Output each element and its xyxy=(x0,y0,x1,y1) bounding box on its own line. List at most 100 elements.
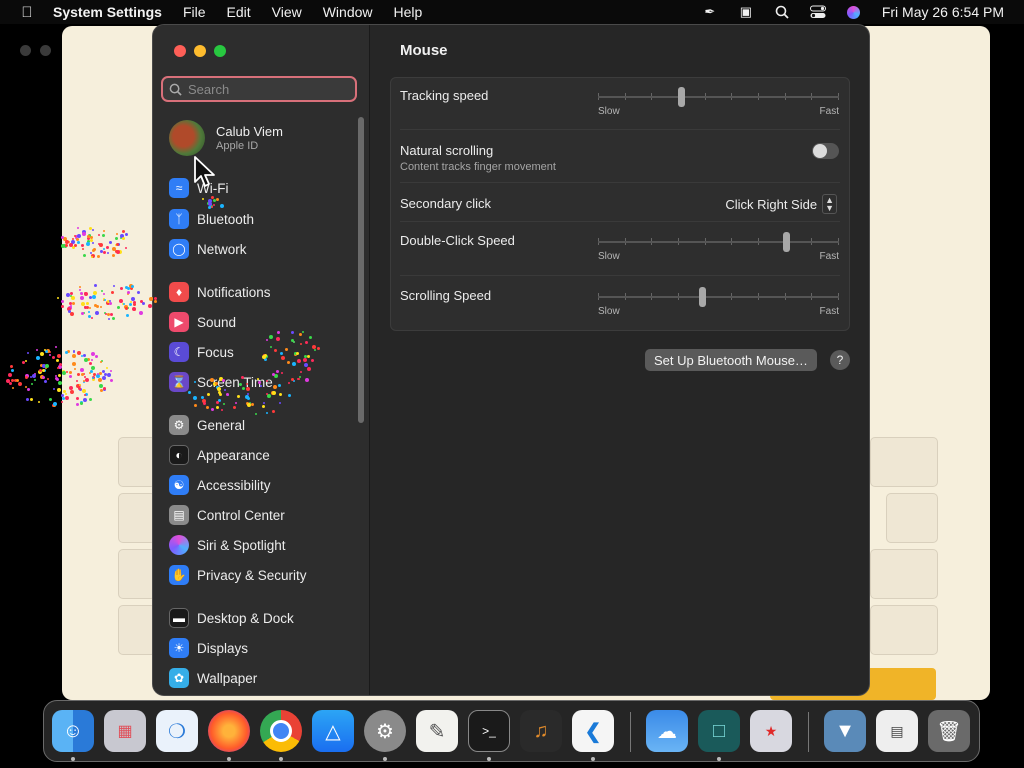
confetti-dot xyxy=(56,359,59,362)
slider-thumb[interactable] xyxy=(678,87,685,107)
confetti-dot xyxy=(91,256,93,258)
confetti-dot xyxy=(219,393,222,396)
screen-sharing-icon[interactable]: □ xyxy=(698,710,740,752)
confetti-dot xyxy=(215,382,218,385)
scrolling-speed-slider[interactable]: Slow Fast xyxy=(598,278,839,318)
confetti-dot xyxy=(100,361,102,363)
sidebar-item-accessibility[interactable]: ☯ Accessibility xyxy=(169,473,271,497)
confetti-dot xyxy=(40,352,44,356)
menu-clock[interactable]: Fri May 26 6:54 PM xyxy=(882,4,1004,20)
natural-scrolling-toggle[interactable] xyxy=(812,143,839,159)
safari-icon[interactable]: ❍ xyxy=(156,710,198,752)
chrome-icon[interactable] xyxy=(260,710,302,752)
menu-view[interactable]: View xyxy=(272,4,302,20)
divider xyxy=(400,221,840,222)
confetti-dot xyxy=(74,235,76,237)
wallpaper-icon: ✿ xyxy=(169,668,189,688)
chevron-up-down-icon: ▲ ▼ xyxy=(822,194,837,214)
confetti-dot xyxy=(57,354,61,358)
confetti-dot xyxy=(87,235,90,238)
confetti-dot xyxy=(278,384,281,387)
control-center-icon[interactable] xyxy=(809,5,826,19)
confetti-dot xyxy=(317,347,320,350)
confetti-dot xyxy=(83,354,86,357)
sidebar-item-sound[interactable]: ▶ Sound xyxy=(169,310,236,334)
system-settings-icon[interactable]: ⚙ xyxy=(364,710,406,752)
weather-icon[interactable]: ☁ xyxy=(646,710,688,752)
confetti-dot xyxy=(245,395,249,399)
tracking-speed-slider[interactable]: Slow Fast xyxy=(598,78,839,118)
confetti-dot xyxy=(80,292,83,295)
close-button[interactable] xyxy=(174,45,186,57)
slider-thumb[interactable] xyxy=(699,287,706,307)
sidebar-item-focus[interactable]: ☾ Focus xyxy=(169,340,234,364)
menu-app-name[interactable]: System Settings xyxy=(53,4,162,20)
apple-id-profile[interactable]: Calub Viem Apple ID xyxy=(169,120,283,156)
trash-icon[interactable]: 🗑 xyxy=(928,710,970,752)
confetti-dot xyxy=(85,378,89,382)
terminal-icon[interactable]: >_ xyxy=(468,710,510,752)
search-field[interactable] xyxy=(161,76,357,102)
confetti-dot xyxy=(36,356,40,360)
search-input[interactable] xyxy=(186,80,350,98)
confetti-dot xyxy=(108,318,110,320)
sidebar-item-siri-spotlight[interactable]: Siri & Spotlight xyxy=(169,533,286,557)
sidebar-item-desktop-dock[interactable]: ▬ Desktop & Dock xyxy=(169,606,294,630)
confetti-dot xyxy=(241,376,244,379)
garageband-icon[interactable]: ♫ xyxy=(520,710,562,752)
preview-window-icon[interactable]: ▤ xyxy=(876,710,918,752)
spotlight-search-icon[interactable] xyxy=(774,5,790,19)
sidebar-item-notifications[interactable]: ♦ Notifications xyxy=(169,280,271,304)
vscode-icon[interactable]: ❮ xyxy=(572,710,614,752)
confetti-dot xyxy=(44,349,46,351)
siri-icon[interactable] xyxy=(846,5,862,19)
sidebar-item-control-center[interactable]: ▤ Control Center xyxy=(169,503,285,527)
downloads-folder-icon[interactable]: ▼ xyxy=(824,710,866,752)
sidebar-item-wallpaper[interactable]: ✿ Wallpaper xyxy=(169,666,257,690)
confetti-dot xyxy=(216,401,219,404)
confetti-dot xyxy=(133,301,136,304)
sidebar-item-network[interactable]: ◯ Network xyxy=(169,237,247,261)
confetti-dot xyxy=(102,234,105,237)
slider-thumb[interactable] xyxy=(783,232,790,252)
textedit-icon[interactable]: ✎ xyxy=(416,710,458,752)
confetti-dot xyxy=(288,394,291,397)
zoom-button[interactable] xyxy=(214,45,226,57)
secondary-click-popup[interactable]: Click Right Side ▲ ▼ xyxy=(725,194,837,214)
confetti-dot xyxy=(274,349,277,352)
firefox-icon[interactable] xyxy=(208,710,250,752)
double-click-speed-slider[interactable]: Slow Fast xyxy=(598,223,839,263)
menu-edit[interactable]: Edit xyxy=(227,4,251,20)
sidebar-item-appearance[interactable]: ◐ Appearance xyxy=(169,443,270,467)
sidebar-item-displays[interactable]: ☀ Displays xyxy=(169,636,248,660)
confetti-dot xyxy=(188,391,191,394)
confetti-dot xyxy=(307,355,310,358)
sidebar-item-general[interactable]: ⚙ General xyxy=(169,413,245,437)
confetti-dot xyxy=(79,384,81,386)
apple-menu-icon[interactable]:  xyxy=(18,4,36,21)
finder-icon[interactable]: ☺ xyxy=(52,710,94,752)
screen-mirroring-icon[interactable]: ▣ xyxy=(738,4,754,19)
launchpad-icon[interactable]: ▦ xyxy=(104,710,146,752)
input-sources-icon[interactable]: ★ xyxy=(750,710,792,752)
confetti-dot xyxy=(293,341,295,343)
help-button[interactable]: ? xyxy=(830,350,850,370)
app-store-icon[interactable]: △ xyxy=(312,710,354,752)
menu-file[interactable]: File xyxy=(183,4,206,20)
sidebar-item-privacy-security[interactable]: ✋ Privacy & Security xyxy=(169,563,307,587)
set-up-bluetooth-mouse-button[interactable]: Set Up Bluetooth Mouse… xyxy=(645,349,817,371)
sidebar-item-bluetooth[interactable]: ᛉ Bluetooth xyxy=(169,207,254,231)
menu-help[interactable]: Help xyxy=(394,4,423,20)
keyboard-key xyxy=(118,549,156,599)
sidebar-item-label: Siri & Spotlight xyxy=(197,537,286,553)
minimize-button[interactable] xyxy=(194,45,206,57)
confetti-dot xyxy=(11,369,14,372)
confetti-dot xyxy=(59,363,62,366)
confetti-dot xyxy=(105,313,107,315)
secondary-click-value: Click Right Side xyxy=(725,196,818,212)
menu-window[interactable]: Window xyxy=(323,4,373,20)
confetti-dot xyxy=(42,376,45,379)
pen-icon[interactable]: ✒ xyxy=(702,4,718,19)
sidebar-scrollbar[interactable] xyxy=(358,117,364,423)
main-content: Mouse Tracking speed Slow Fast Natural s… xyxy=(370,25,869,695)
